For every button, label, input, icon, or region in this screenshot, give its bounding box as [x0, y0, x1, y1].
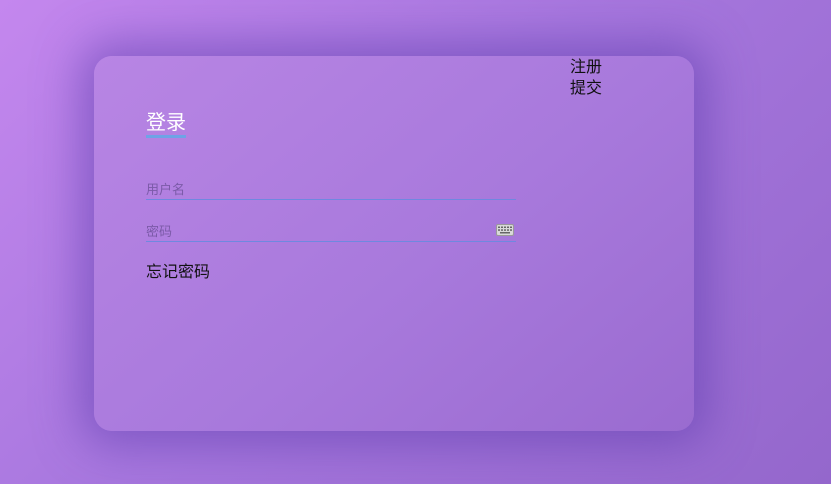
- password-input[interactable]: [146, 223, 486, 242]
- login-card: 注册 提交 登录 忘记密码: [94, 56, 694, 431]
- password-field-wrapper: [146, 221, 516, 242]
- keyboard-icon[interactable]: [496, 224, 514, 236]
- username-input[interactable]: [146, 181, 486, 200]
- register-link[interactable]: 注册: [570, 56, 602, 77]
- header-links: 注册 提交: [570, 56, 602, 98]
- submit-link[interactable]: 提交: [570, 77, 602, 98]
- forgot-password-link[interactable]: 忘记密码: [146, 262, 210, 282]
- title-underline: [146, 135, 186, 138]
- username-field-wrapper: [146, 179, 516, 200]
- login-title: 登录: [146, 110, 186, 134]
